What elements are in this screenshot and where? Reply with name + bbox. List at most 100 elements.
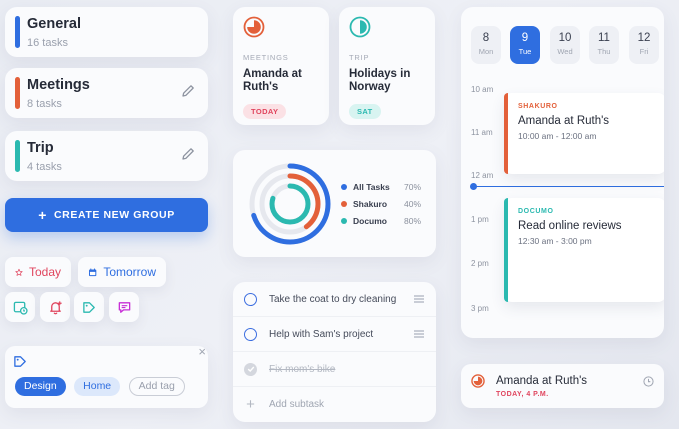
subtask-text: Take the coat to dry cleaning (269, 293, 397, 305)
close-icon[interactable]: × (198, 344, 206, 359)
tag-icon (14, 356, 26, 367)
drag-handle-icon[interactable] (414, 329, 424, 340)
orange-progress-icon (471, 374, 485, 388)
day-number: 12 (637, 32, 651, 44)
event-category: SHAKURO (518, 103, 558, 110)
pencil-icon[interactable] (180, 146, 196, 162)
day-number: 9 (521, 32, 529, 44)
tag-editor: × Design Home Add tag (5, 344, 208, 408)
calendar-event-documo[interactable]: DOCUMO Read online reviews 12:30 am - 3:… (504, 198, 664, 302)
add-subtask-row[interactable]: + Add subtask (233, 387, 436, 422)
group-card-general[interactable]: General 16 tasks (5, 7, 208, 57)
plus-icon: + (38, 207, 47, 223)
group-title: Meetings (27, 77, 90, 93)
reminder-title: Amanda at Ruth's (496, 375, 588, 387)
group-task-count: 4 tasks (27, 161, 62, 173)
bell-plus-icon[interactable] (40, 292, 70, 322)
group-color-bar (15, 16, 20, 48)
day-tile[interactable]: 12 Fri (629, 26, 659, 64)
hour-label: 10 am (471, 85, 494, 94)
day-tile-selected[interactable]: 9 Tue (510, 26, 540, 64)
subtask-item[interactable]: Take the coat to dry cleaning (233, 282, 436, 317)
orange-progress-icon (243, 16, 265, 38)
group-color-bar (15, 77, 20, 109)
day-label: Tue (518, 47, 532, 56)
legend-dot (341, 201, 347, 207)
event-title: Amanda at Ruth's (243, 68, 302, 94)
clock-icon[interactable] (643, 376, 654, 387)
group-card-trip[interactable]: Trip 4 tasks (5, 131, 208, 181)
tag-home[interactable]: Home (74, 377, 121, 396)
today-button[interactable]: Today (5, 257, 71, 287)
group-title: Trip (27, 140, 54, 156)
subtask-list: Take the coat to dry cleaning Help with … (233, 282, 436, 422)
event-card-meetings[interactable]: MEETINGS Amanda at Ruth's TODAY (233, 7, 329, 125)
day-number: 10 (558, 32, 572, 44)
group-task-count: 8 tasks (27, 98, 62, 110)
tomorrow-label: Tomorrow (103, 265, 156, 279)
teal-progress-icon (349, 16, 371, 38)
create-new-group-label: CREATE NEW GROUP (53, 209, 175, 221)
group-card-meetings[interactable]: Meetings 8 tasks (5, 68, 208, 118)
progress-rings (249, 163, 331, 245)
day-label: Fri (639, 47, 649, 56)
event-category: MEETINGS (243, 53, 289, 62)
pencil-icon[interactable] (180, 83, 196, 99)
today-label: Today (28, 265, 61, 279)
checkbox[interactable] (244, 327, 257, 341)
legend-name: Documo (353, 216, 387, 226)
event-date-badge: TODAY (243, 104, 287, 120)
legend-percent: 70% (403, 182, 421, 192)
subtask-text: Fix mom's bike (269, 363, 336, 375)
add-tag-button[interactable]: Add tag (128, 377, 185, 396)
legend-documo: Documo 80% (341, 216, 421, 226)
day-tile[interactable]: 11 Thu (589, 26, 619, 64)
star-icon (15, 268, 23, 276)
event-title: Read online reviews (518, 220, 622, 232)
day-tile[interactable]: 10 Wed (550, 26, 580, 64)
tomorrow-button[interactable]: Tomorrow (78, 257, 166, 287)
hour-label: 2 pm (471, 259, 489, 268)
legend-shakuro: Shakuro 40% (341, 199, 421, 209)
subtask-item-done[interactable]: Fix mom's bike (233, 352, 436, 387)
checked-checkbox[interactable] (244, 362, 257, 376)
legend-name: All Tasks (353, 182, 390, 192)
event-color-stripe (504, 93, 508, 174)
legend-all-tasks: All Tasks 70% (341, 182, 421, 192)
event-time: 10:00 am - 12:00 am (518, 131, 597, 141)
event-card-trip[interactable]: TRIP Holidays in Norway SAT (339, 7, 435, 125)
tag-design[interactable]: Design (15, 377, 66, 396)
calendar-panel: 8 Mon 9 Tue 10 Wed 11 Thu 12 Fri 10 am 1… (461, 7, 664, 338)
group-title: General (27, 16, 81, 32)
day-tile[interactable]: 8 Mon (471, 26, 501, 64)
hour-label: 3 pm (471, 304, 489, 313)
legend-percent: 80% (403, 216, 421, 226)
tag-arrow-icon[interactable] (74, 292, 104, 322)
add-subtask-label: Add subtask (269, 399, 325, 410)
event-time: 12:30 am - 3:00 pm (518, 236, 592, 246)
day-label: Thu (597, 47, 611, 56)
reminder-card[interactable]: Amanda at Ruth's TODAY, 4 P.M. (461, 364, 664, 408)
day-number: 11 (598, 32, 610, 44)
drag-handle-icon[interactable] (414, 294, 424, 305)
group-color-bar (15, 140, 20, 172)
calendar-event-shakuro[interactable]: SHAKURO Amanda at Ruth's 10:00 am - 12:0… (504, 93, 664, 174)
event-category: TRIP (349, 53, 370, 62)
subtask-item[interactable]: Help with Sam's project (233, 317, 436, 352)
create-new-group-button[interactable]: + CREATE NEW GROUP (5, 198, 208, 232)
legend-name: Shakuro (353, 199, 388, 209)
checkbox[interactable] (244, 292, 257, 306)
event-color-stripe (504, 198, 508, 302)
plus-icon: + (246, 396, 255, 413)
comment-icon[interactable] (109, 292, 139, 322)
calendar-clock-icon[interactable] (5, 292, 35, 322)
event-title: Amanda at Ruth's (518, 115, 610, 127)
check-icon (247, 366, 254, 372)
tag-list: Design Home Add tag (15, 376, 189, 396)
hour-label: 1 pm (471, 215, 489, 224)
current-time-line (473, 186, 664, 187)
legend-dot (341, 218, 347, 224)
subtask-text: Help with Sam's project (269, 328, 374, 340)
progress-card: All Tasks 70% Shakuro 40% Documo 80% (233, 150, 436, 257)
legend-percent: 40% (403, 199, 421, 209)
